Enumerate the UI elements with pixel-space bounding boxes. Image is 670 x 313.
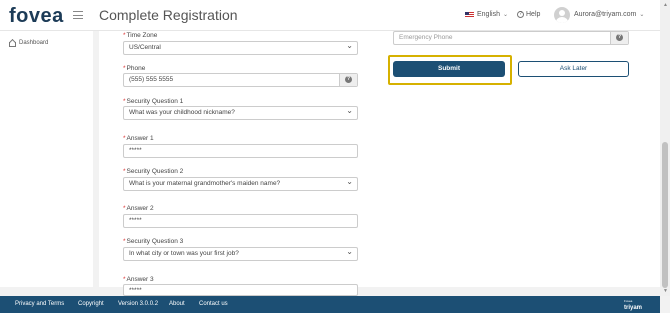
fovea-logo[interactable]: fovea <box>9 5 64 28</box>
footer-link-version[interactable]: Version 3.0.0.2 <box>118 301 158 307</box>
answer-2-input[interactable]: ***** <box>123 214 358 228</box>
phone-label: *Phone <box>123 65 146 72</box>
triyam-logo: triyam Fovea <box>624 299 643 311</box>
footer-link-contact[interactable]: Contact us <box>199 301 228 307</box>
question-icon: ? <box>616 34 623 41</box>
language-label: English <box>477 11 500 18</box>
chevron-down-icon: ⌄ <box>639 12 645 18</box>
ask-later-button[interactable]: Ask Later <box>518 61 629 77</box>
page-title: Complete Registration <box>99 7 238 23</box>
emergency-phone-field[interactable]: Emergency Phone ? <box>393 31 629 45</box>
chevron-down-icon: ⌄ <box>502 12 508 18</box>
footer-link-about[interactable]: About <box>169 301 185 307</box>
phone-field[interactable]: (555) 555 5555 ? <box>123 73 358 87</box>
avatar[interactable] <box>554 7 570 23</box>
security-question-1-select[interactable]: What was your childhood nickname? <box>123 105 358 120</box>
question-icon: ? <box>345 76 352 83</box>
hamburger-menu-icon[interactable] <box>73 11 83 19</box>
sidebar-item-dashboard[interactable]: Dashboard <box>8 39 49 47</box>
sidebar: Dashboard <box>0 31 93 287</box>
sidebar-item-label: Dashboard <box>19 39 49 46</box>
user-menu[interactable]: Aurora@triyam.com ⌄ <box>574 11 644 18</box>
footer: Privacy and Terms Copyright Version 3.0.… <box>0 296 660 313</box>
answer-1-input[interactable]: ***** <box>123 144 358 158</box>
help-label: Help <box>526 11 541 18</box>
footer-link-copyright[interactable]: Copyright <box>78 301 104 307</box>
scroll-down-icon[interactable]: ▼ <box>663 288 668 294</box>
phone-help-addon[interactable]: ? <box>339 74 357 86</box>
security-question-3-label: *Security Question 3 <box>123 238 184 245</box>
security-question-1-label: *Security Question 1 <box>123 98 184 105</box>
answer-1-label: *Answer 1 <box>123 135 154 142</box>
emergency-phone-help-addon[interactable]: ? <box>610 32 628 44</box>
user-email: Aurora@triyam.com <box>574 11 637 18</box>
answer-2-label: *Answer 2 <box>123 205 154 212</box>
scrollbar-thumb[interactable] <box>662 142 668 288</box>
home-icon <box>8 39 16 47</box>
time-zone-label: *Time Zone <box>123 32 158 39</box>
answer-3-label: *Answer 3 <box>123 276 154 283</box>
time-zone-select[interactable]: US/Central <box>123 40 358 55</box>
us-flag-icon <box>465 11 474 18</box>
scroll-up-icon[interactable]: ▲ <box>663 2 668 8</box>
language-selector[interactable]: English ⌄ <box>465 11 508 18</box>
footer-link-privacy[interactable]: Privacy and Terms <box>15 301 64 307</box>
security-question-3-select[interactable]: In what city or town was your first job? <box>123 246 358 261</box>
help-icon: ? <box>517 11 524 18</box>
security-question-2-select[interactable]: What is your maternal grandmother's maid… <box>123 176 358 191</box>
answer-3-input[interactable]: ***** <box>123 284 358 296</box>
page-scrollbar[interactable]: ▲ ▼ <box>660 0 670 296</box>
phone-value: (555) 555 5555 <box>129 76 174 83</box>
help-link[interactable]: ? Help <box>517 11 540 18</box>
top-bar: fovea Complete Registration English ⌄ ? … <box>0 0 660 31</box>
emergency-phone-placeholder: Emergency Phone <box>399 34 453 41</box>
submit-button[interactable]: Submit <box>393 61 505 77</box>
security-question-2-label: *Security Question 2 <box>123 168 184 175</box>
